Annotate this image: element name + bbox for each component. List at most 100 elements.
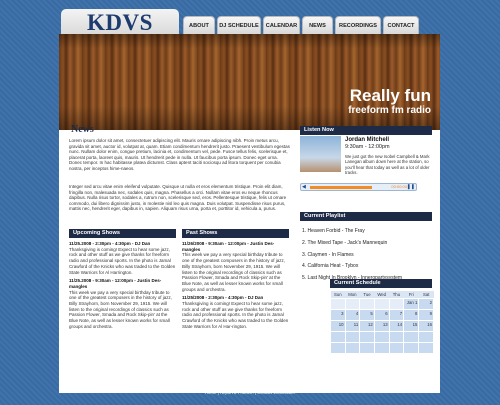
hero-subtitle: freeform fm radio [348, 105, 431, 116]
playlist-item[interactable]: 4. California Heat - Tybox [302, 263, 358, 269]
calendar-week-row: 3456789 [330, 308, 434, 321]
day-header: Fri [403, 291, 419, 298]
show-description: Thanksgiving is coming! Expect to hear s… [182, 301, 289, 329]
nav-dj-schedule[interactable]: DJ SCHEDULE [217, 16, 261, 35]
day-header: Mon [345, 291, 360, 298]
calendar-day-cell[interactable] [403, 341, 420, 354]
calendar-day-cell[interactable] [418, 341, 434, 354]
calendar-day-cell[interactable] [359, 330, 375, 343]
calendar-day-cell[interactable]: 4 [344, 308, 361, 321]
calendar-day-cell[interactable] [344, 341, 361, 354]
footer-report-link[interactable]: Report a Problem [220, 390, 254, 395]
calendar-day-cell[interactable] [330, 330, 346, 343]
calendar-day-cell[interactable]: 2 [418, 297, 434, 310]
calendar-day-cell[interactable]: 10 [330, 319, 346, 332]
show-description: This week we pay a very special birthday… [69, 289, 173, 329]
calendar-day-cell[interactable] [373, 341, 390, 354]
calendar-day-cell[interactable] [330, 297, 346, 310]
calendar-day-cell[interactable] [330, 341, 346, 354]
dj-time: 9:30am - 12:00pm [345, 144, 390, 150]
calendar-day-cell[interactable]: Jan 1 [403, 297, 420, 310]
list-item: 11/25/2008 - 2:30pm - 4:30pm - DJ Dan Tha… [182, 295, 289, 329]
footer-home-link[interactable]: Home [205, 390, 216, 395]
show-heading[interactable]: 11/26/2008 - 9:30am - 12:00pm - Justin D… [182, 241, 274, 252]
show-heading[interactable]: 11/25/2008 - 2:30pm - 4:30pm - DJ Dan [182, 295, 263, 300]
calendar-day-cell[interactable]: 9 [418, 308, 434, 321]
calendar-day-cell[interactable]: 15 [403, 319, 420, 332]
playlist-item[interactable]: 1. Heaven Forbid - The Fray [302, 228, 365, 234]
past-shows-header: Past Shows [182, 229, 289, 238]
calendar-week-row [330, 330, 434, 343]
show-description: Thanksgiving is coming! Expect to hear s… [69, 246, 176, 275]
calendar-day-cell[interactable] [373, 330, 390, 343]
main-nav: ABOUT DJ SCHEDULE CALENDAR NEWS RECORDIN… [183, 16, 419, 35]
news-paragraph-1: Lorem ipsum dolor sit amet, consectetuer… [69, 138, 290, 171]
listen-now-header: Listen Now [300, 126, 432, 135]
footer-contact-link[interactable]: Contact Webmaster [257, 390, 295, 395]
hero-banner: Really fun freeform fm radio [59, 34, 440, 130]
nav-news[interactable]: NEWS [302, 16, 333, 35]
calendar-day-cell[interactable] [373, 297, 390, 310]
calendar-day-cell[interactable] [344, 330, 361, 343]
list-item: 11/25.2008 - 9:30am - 12:00pm - Justin D… [69, 278, 176, 329]
calendar-day-cell[interactable]: 7 [388, 308, 405, 321]
calendar-day-cell[interactable] [359, 297, 375, 310]
list-item: 11/26/2008 - 9:30am - 12:00pm - Justin D… [182, 241, 289, 292]
speaker-icon[interactable]: ◀ [302, 184, 306, 190]
past-shows-list: 11/26/2008 - 9:30am - 12:00pm - Justin D… [182, 241, 289, 333]
audio-player[interactable]: ◀ 00:00:00 ❚❚ [300, 183, 417, 191]
list-item: 11/25.2008 - 2:30pm - 4:30pm - DJ Dan Tha… [69, 241, 176, 275]
progress-bar[interactable] [310, 186, 373, 189]
calendar-day-cell[interactable]: 6 [373, 308, 390, 321]
day-header: Sat [418, 291, 434, 298]
day-header: Thu [389, 291, 404, 298]
calendar-day-cell[interactable] [388, 341, 405, 354]
nav-calendar[interactable]: CALENDAR [263, 16, 300, 35]
nav-recordings[interactable]: RECORDINGS [335, 16, 381, 35]
calendar-day-cell[interactable]: 13 [373, 319, 390, 332]
calendar-day-cell[interactable]: 3 [330, 308, 346, 321]
calendar-day-cell[interactable]: 12 [359, 319, 375, 332]
schedule-calendar: Sun Mon Tue Wed Thu Fri Sat Jan 12345678… [330, 291, 434, 354]
news-title: News [71, 124, 94, 135]
footer: Copyright (C) 2007 KDVS 90.3fm Home | Re… [0, 385, 500, 395]
show-heading[interactable]: 11/25.2008 - 9:30am - 12:00pm - Justin D… [69, 278, 161, 289]
calendar-day-cell[interactable] [359, 341, 375, 354]
dj-info: Jordan Mitchell 9:30am - 12:00pm We just… [345, 137, 431, 176]
nav-about[interactable]: ABOUT [183, 16, 215, 35]
calendar-week-row: Jan 12 [330, 297, 434, 310]
player-time: 00:00:00 [391, 184, 407, 189]
nav-contact[interactable]: CONTACT [383, 16, 419, 35]
current-schedule-title: Current Schedule [330, 279, 432, 288]
calendar-day-cell[interactable]: 14 [388, 319, 405, 332]
show-heading[interactable]: 11/25.2008 - 2:30pm - 4:30pm - DJ Dan [69, 241, 150, 246]
dj-photo [300, 136, 341, 172]
news-paragraph-2: Integer sed arcu vitae enim eleifend vul… [69, 184, 287, 212]
footer-links: Home | Report a Problem | Contact Webmas… [204, 390, 296, 395]
calendar-day-cell[interactable]: 11 [344, 319, 361, 332]
upcoming-shows-list: 11/25.2008 - 2:30pm - 4:30pm - DJ Dan Tha… [69, 241, 176, 333]
calendar-day-cell[interactable]: 5 [359, 308, 375, 321]
day-header: Wed [374, 291, 390, 298]
calendar-day-cell[interactable] [344, 297, 361, 310]
calendar-body: Jan 1 2 3 4 5 6 7 8 9 10 11 12 13 14 15 16 [330, 297, 434, 354]
calendar-day-cell[interactable]: 16 [418, 319, 434, 332]
day-header: Sun [330, 291, 346, 298]
dj-name: Jordan Mitchell [345, 137, 390, 143]
calendar-day-cell[interactable]: 8 [403, 308, 420, 321]
playlist-item[interactable]: 3. Claymen - In Flames [302, 252, 354, 258]
calendar-week-row: 10 11 12 13 14 15 16 [330, 319, 434, 332]
calendar-day-cell[interactable] [418, 330, 434, 343]
upcoming-shows-header: Upcoming Shows [69, 229, 176, 238]
site-logo[interactable]: KDVS [61, 9, 179, 35]
show-description: This week we pay a very special birthday… [182, 252, 286, 292]
hero-title: Really fun [349, 86, 431, 105]
pause-icon[interactable]: ❚❚ [407, 184, 415, 190]
calendar-week-row [330, 341, 434, 354]
calendar-day-cell[interactable] [388, 297, 405, 310]
playlist-item[interactable]: 2. The Mixed Tape - Jack's Mannequin [302, 240, 387, 246]
dj-description: We just got the new Isobel Campbell & Ma… [345, 154, 430, 176]
calendar-day-cell[interactable] [403, 330, 420, 343]
day-header: Tue [359, 291, 375, 298]
calendar-day-cell[interactable] [388, 330, 405, 343]
